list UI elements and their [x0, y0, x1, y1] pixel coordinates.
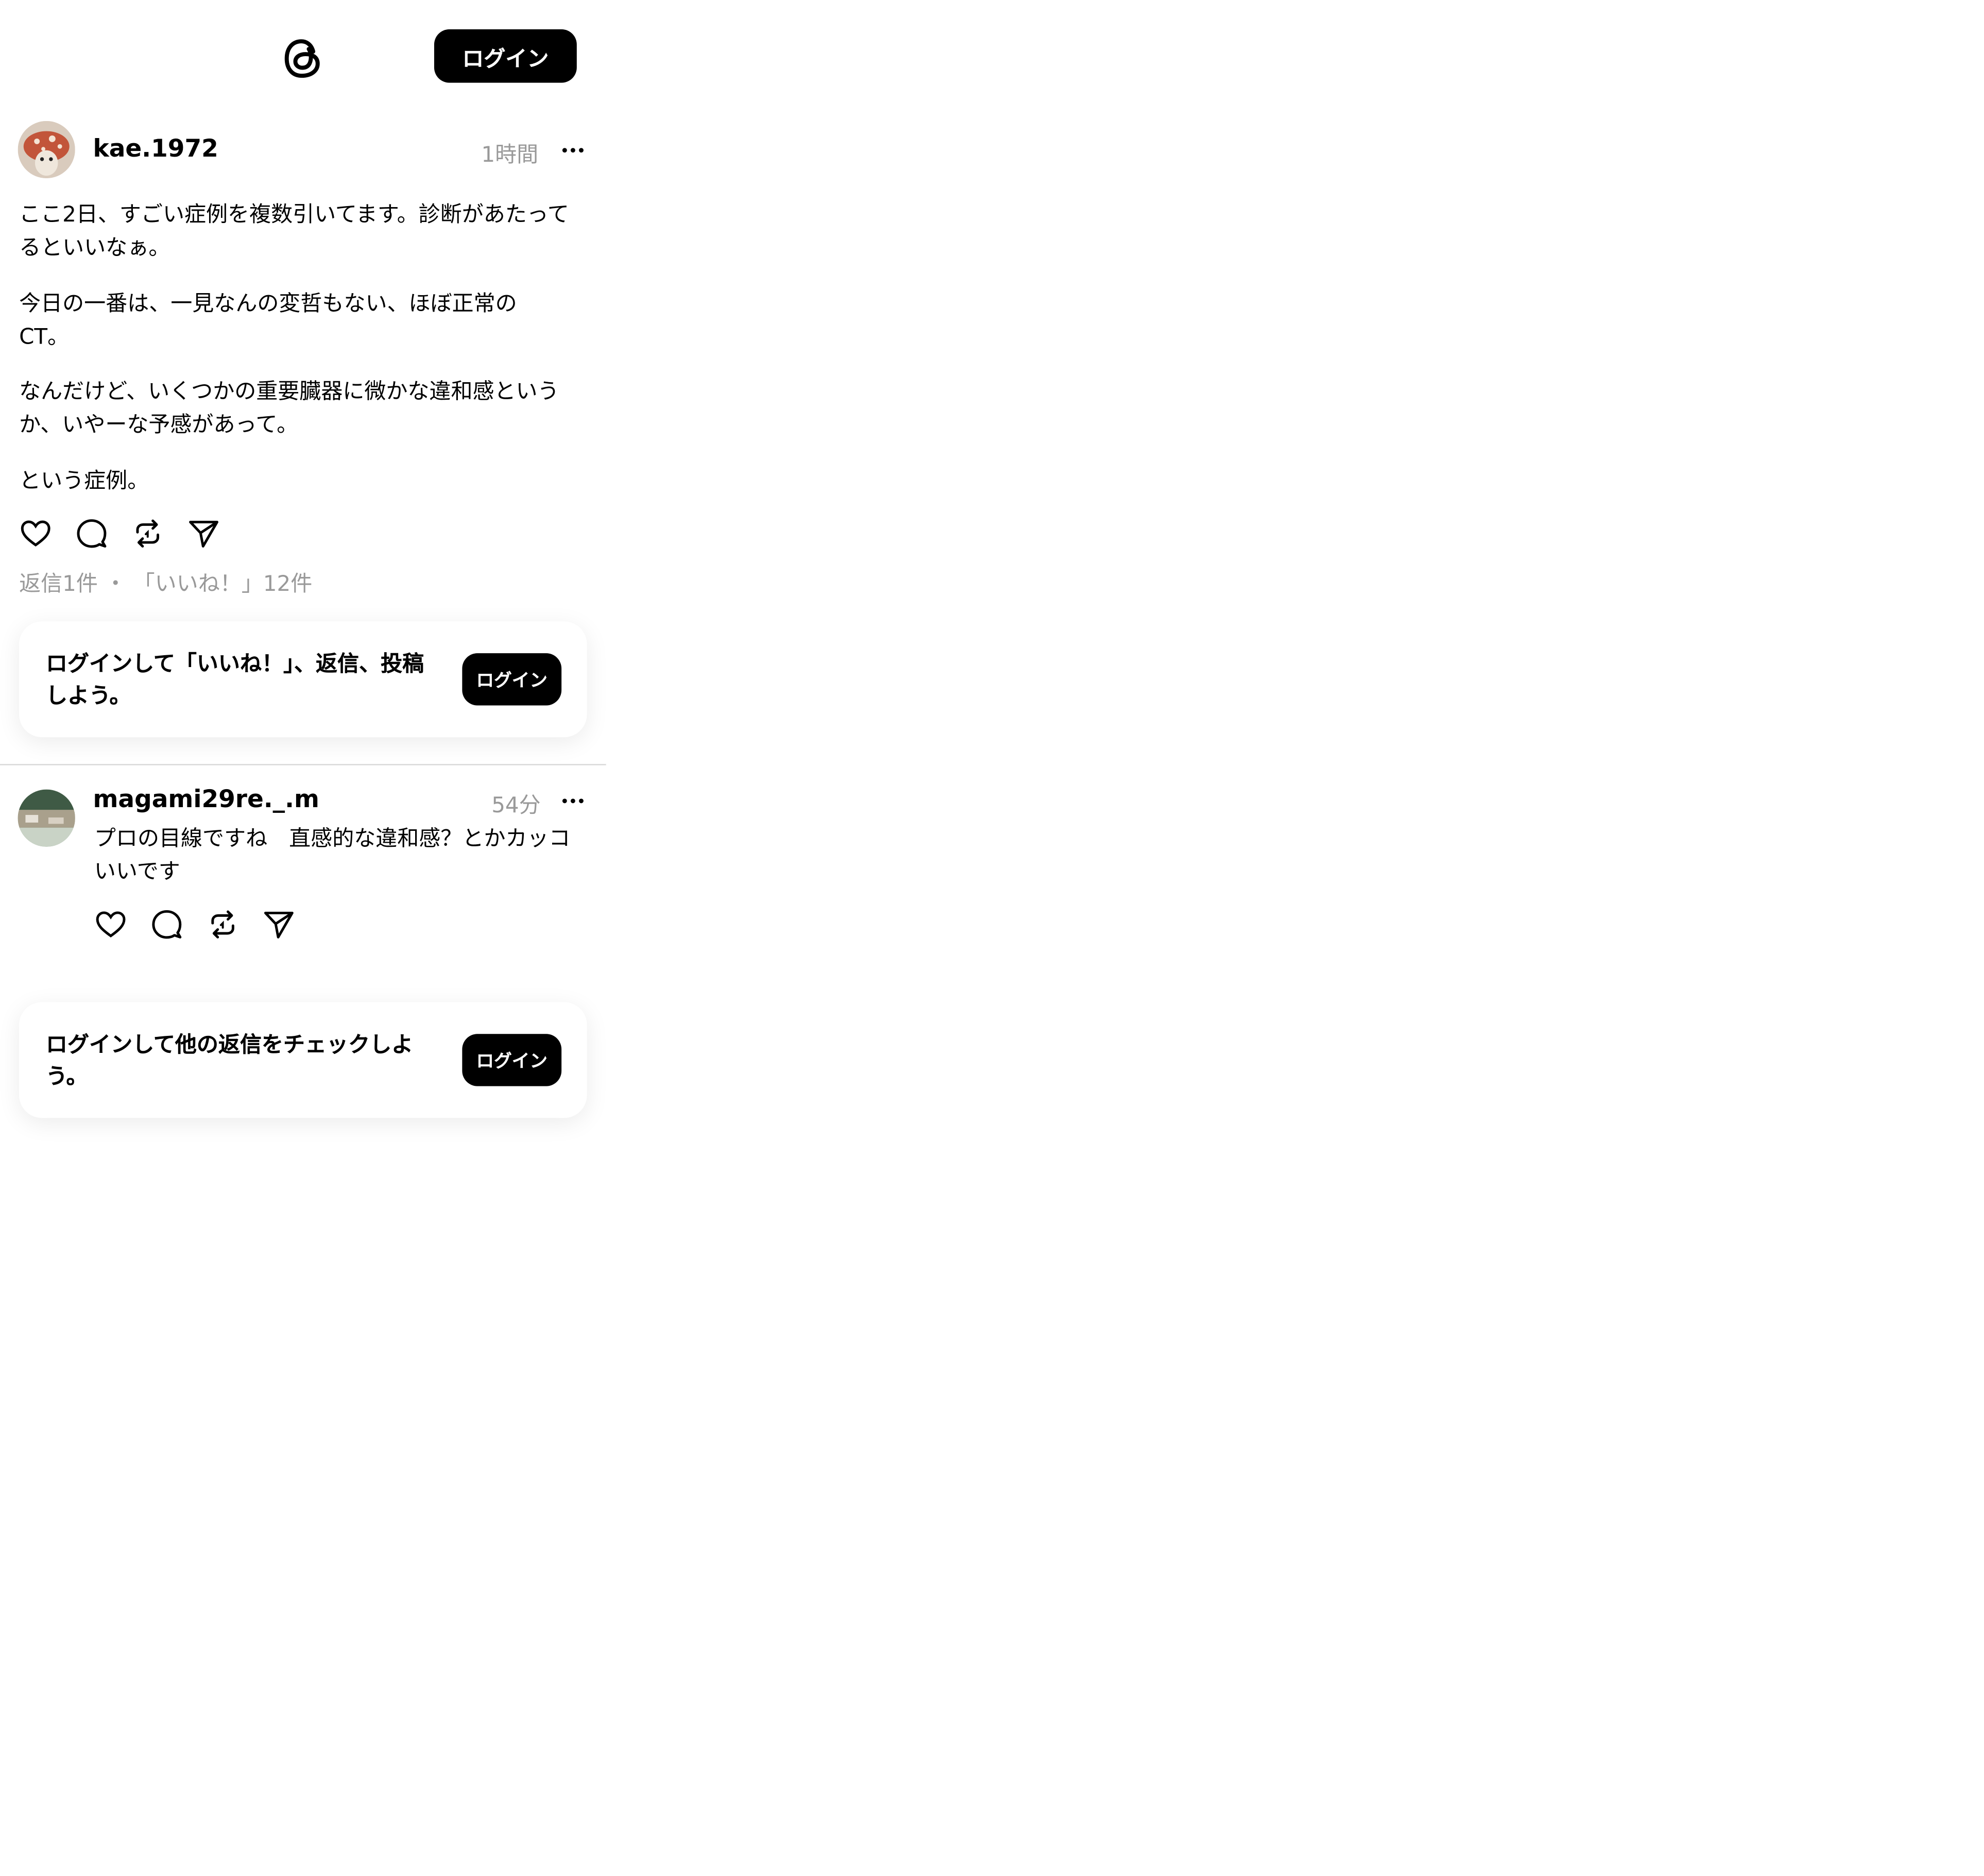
- reply-actions: [94, 908, 296, 941]
- post-paragraph: という症例。: [19, 468, 149, 494]
- login-prompt-text: ログインして「いいね！」、返信、投稿しよう。: [45, 652, 424, 709]
- post-username[interactable]: kae.1972: [93, 135, 218, 163]
- divider: [0, 764, 606, 765]
- avatar[interactable]: [18, 789, 75, 847]
- login-prompt-card: ログインして「いいね！」、返信、投稿しよう。 ログイン: [19, 621, 587, 738]
- post-paragraph: ここ2日、すごい症例を複数引いてます。診断があたってるといいなぁ。: [19, 202, 569, 261]
- reply-text: プロの目線ですね 直感的な違和感？とかカッコいいです: [94, 826, 571, 885]
- reply-timestamp[interactable]: 54分: [491, 787, 541, 818]
- post-actions: [19, 517, 220, 550]
- top-bar: ログイン: [0, 0, 606, 112]
- more-icon[interactable]: [560, 788, 586, 813]
- share-icon[interactable]: [187, 517, 220, 550]
- header-login-button[interactable]: ログイン: [434, 29, 577, 83]
- page: ログイン kae.1972 1時間 ここ2日、すごい症例を複数引いてます。診断が…: [0, 0, 606, 1872]
- login-button[interactable]: ログイン: [462, 1034, 562, 1086]
- share-icon[interactable]: [262, 908, 295, 941]
- post-paragraph: 今日の一番は、一見なんの変哲もない、ほぼ正常のCT。: [19, 292, 517, 350]
- repost-icon[interactable]: [206, 908, 239, 941]
- post-paragraph: なんだけど、いくつかの重要臓器に微かな違和感というか、いやーな予感があって。: [19, 379, 559, 438]
- comment-icon[interactable]: [75, 517, 108, 550]
- repost-icon[interactable]: [131, 517, 164, 550]
- reply-username[interactable]: magami29re._.m: [93, 786, 319, 813]
- login-button[interactable]: ログイン: [462, 653, 562, 706]
- more-icon[interactable]: [560, 138, 586, 163]
- comment-icon[interactable]: [150, 908, 183, 941]
- login-prompt-text: ログインして他の返信をチェックしよう。: [45, 1032, 414, 1090]
- heart-icon[interactable]: [19, 517, 52, 550]
- post-stats[interactable]: 返信1件 ・ 「いいね！」12件: [19, 566, 312, 597]
- avatar[interactable]: [18, 121, 75, 179]
- post-timestamp[interactable]: 1時間: [481, 137, 538, 168]
- threads-logo-icon[interactable]: [279, 33, 327, 84]
- login-prompt-card: ログインして他の返信をチェックしよう。 ログイン: [19, 1002, 587, 1118]
- heart-icon[interactable]: [94, 908, 127, 941]
